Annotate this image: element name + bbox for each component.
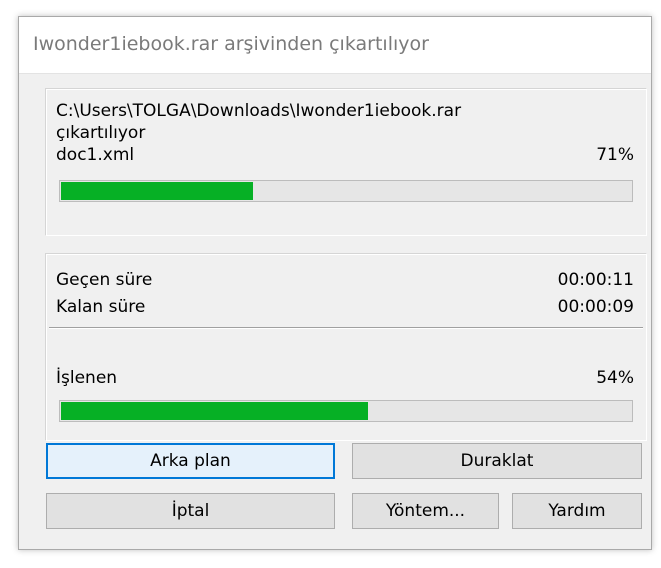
processed-label: İşlenen <box>56 368 118 388</box>
current-file-name: doc1.xml <box>56 145 135 165</box>
file-percent: 71% <box>596 145 634 165</box>
elapsed-time-label: Geçen süre <box>56 270 153 290</box>
processed-percent: 54% <box>596 368 634 388</box>
file-progress-bar <box>59 180 633 202</box>
extraction-dialog: Iwonder1iebook.rar arşivinden çıkartılıy… <box>18 16 652 550</box>
processed-progress-bar <box>59 400 633 422</box>
window-title: Iwonder1iebook.rar arşivinden çıkartılıy… <box>33 33 429 55</box>
action-label: çıkartılıyor <box>56 123 146 143</box>
separator <box>49 327 643 329</box>
remaining-time-label: Kalan süre <box>56 297 146 317</box>
file-progress-fill <box>61 182 254 200</box>
title-bar[interactable]: Iwonder1iebook.rar arşivinden çıkartılıy… <box>19 17 651 74</box>
mode-button[interactable]: Yöntem... <box>352 493 499 529</box>
file-progress-panel: C:\Users\TOLGA\Downloads\Iwonder1iebook.… <box>45 88 647 236</box>
cancel-button[interactable]: İptal <box>46 493 335 529</box>
processed-progress-fill <box>61 402 368 420</box>
elapsed-time-value: 00:00:11 <box>557 270 634 290</box>
time-panel: Geçen süre 00:00:11 Kalan süre 00:00:09 … <box>45 253 647 441</box>
archive-path: C:\Users\TOLGA\Downloads\Iwonder1iebook.… <box>56 101 462 121</box>
background-button[interactable]: Arka plan <box>46 443 335 479</box>
pause-button[interactable]: Duraklat <box>352 443 642 479</box>
remaining-time-value: 00:00:09 <box>557 297 634 317</box>
help-button[interactable]: Yardım <box>512 493 642 529</box>
